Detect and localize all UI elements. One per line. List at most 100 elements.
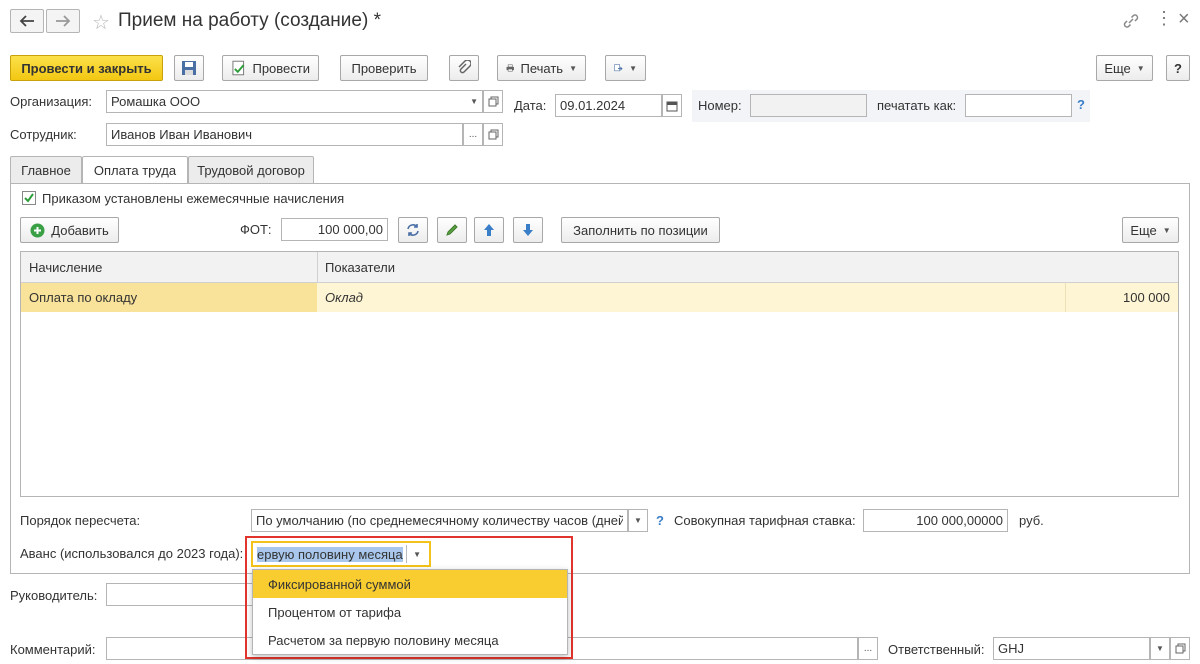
window-title: Прием на работу (создание) * xyxy=(118,10,381,31)
chevron-down-icon: ▼ xyxy=(629,63,637,73)
print-button[interactable]: Печать ▼ xyxy=(497,55,586,81)
fill-by-position-button[interactable]: Заполнить по позиции xyxy=(561,217,720,243)
fot-field[interactable]: 100 000,00 xyxy=(281,218,388,241)
post-document-icon xyxy=(232,60,245,76)
tariff-rate-unit: руб. xyxy=(1019,513,1044,528)
save-button[interactable] xyxy=(174,55,204,81)
organization-open-button[interactable] xyxy=(483,90,503,113)
chevron-down-icon: ▼ xyxy=(634,516,642,525)
chevron-down-icon: ▼ xyxy=(1162,225,1171,235)
comment-label: Комментарий: xyxy=(10,642,96,657)
responsible-label: Ответственный: xyxy=(888,642,985,657)
advance-option-percent[interactable]: Процентом от тарифа xyxy=(253,598,567,626)
date-field[interactable]: 09.01.2024 xyxy=(555,94,662,117)
advance-option-fixed[interactable]: Фиксированной суммой xyxy=(253,570,567,598)
calendar-button[interactable] xyxy=(662,94,682,117)
employee-select-button[interactable]: ... xyxy=(463,123,483,146)
chevron-down-icon: ▼ xyxy=(569,63,577,73)
number-field xyxy=(750,94,867,117)
indicator-divider xyxy=(1065,283,1066,312)
add-circle-icon xyxy=(30,223,45,237)
recalc-field[interactable]: По умолчанию (по среднемесячному количес… xyxy=(251,509,628,532)
floppy-disk-icon xyxy=(182,61,196,75)
organization-field[interactable]: Ромашка ООО ▼ xyxy=(106,90,483,113)
print-as-label: печатать как: xyxy=(877,98,957,113)
arrow-down-icon xyxy=(523,224,533,236)
printer-icon xyxy=(506,64,514,72)
tariff-rate-field[interactable]: 100 000,00000 xyxy=(863,509,1008,532)
responsible-dropdown-button[interactable]: ▼ xyxy=(1150,637,1170,660)
refresh-button[interactable] xyxy=(398,217,428,243)
open-window-icon xyxy=(488,129,498,140)
tab-main[interactable]: Главное xyxy=(10,156,82,183)
number-help-icon[interactable]: ? xyxy=(1077,97,1085,112)
help-button[interactable]: ? xyxy=(1166,55,1190,81)
open-window-icon xyxy=(488,96,498,107)
table-row[interactable]: Оплата по окладу Оклад 100 000 xyxy=(21,283,1178,312)
recalc-dropdown-button[interactable]: ▼ xyxy=(628,509,648,532)
fot-label: ФОТ: xyxy=(240,222,272,237)
favorite-star-icon[interactable]: ☆ xyxy=(92,10,110,35)
table-more-button[interactable]: Еще ▼ xyxy=(1122,217,1179,243)
column-header-indicators[interactable]: Показатели xyxy=(325,260,395,275)
chevron-down-icon: ▼ xyxy=(1156,644,1164,653)
tab-employment-contract[interactable]: Трудовой договор xyxy=(188,156,314,183)
check-button[interactable]: Проверить xyxy=(340,55,428,81)
more-button[interactable]: Еще ▼ xyxy=(1096,55,1153,81)
date-label: Дата: xyxy=(514,98,547,113)
create-based-on-button[interactable]: ▼ xyxy=(605,55,646,81)
close-icon[interactable]: × xyxy=(1178,8,1190,31)
monthly-accruals-label: Приказом установлены ежемесячные начисле… xyxy=(42,191,345,206)
edit-button[interactable] xyxy=(437,217,467,243)
title-bar: ☆ Прием на работу (создание) * ⋮ × xyxy=(0,0,1200,44)
responsible-open-button[interactable] xyxy=(1170,637,1190,660)
post-and-close-button[interactable]: Провести и закрыть xyxy=(10,55,163,81)
calendar-icon xyxy=(666,101,678,111)
chevron-down-icon: ▼ xyxy=(1136,63,1145,73)
more-menu-icon[interactable]: ⋮ xyxy=(1155,8,1173,29)
forward-button[interactable] xyxy=(46,9,80,33)
arrow-left-icon xyxy=(19,15,34,27)
indicator-name: Оклад xyxy=(325,290,363,305)
employee-label: Сотрудник: xyxy=(10,127,77,142)
organization-label: Организация: xyxy=(10,94,93,109)
arrow-right-icon xyxy=(56,15,71,27)
chevron-down-icon[interactable]: ▼ xyxy=(470,97,478,106)
employee-open-button[interactable] xyxy=(483,123,503,146)
add-button[interactable]: Добавить xyxy=(20,217,119,243)
comment-edit-button[interactable]: ... xyxy=(858,637,878,660)
column-divider xyxy=(317,252,318,283)
monthly-accruals-checkbox[interactable] xyxy=(22,191,36,205)
arrow-up-icon xyxy=(484,224,494,236)
column-header-accrual[interactable]: Начисление xyxy=(29,260,102,275)
tab-payroll[interactable]: Оплата труда xyxy=(82,156,188,184)
employee-field[interactable]: Иванов Иван Иванович xyxy=(106,123,463,146)
advance-option-first-half[interactable]: Расчетом за первую половину месяца xyxy=(253,626,567,654)
indicator-value: 100 000 xyxy=(1123,290,1170,305)
paperclip-icon xyxy=(458,60,471,74)
manager-label: Руководитель: xyxy=(10,588,98,603)
responsible-field[interactable]: GHJ xyxy=(993,637,1150,660)
number-label: Номер: xyxy=(698,98,742,113)
move-down-button[interactable] xyxy=(513,217,543,243)
move-up-button[interactable] xyxy=(474,217,504,243)
manager-field[interactable] xyxy=(106,583,256,606)
table-header: Начисление Показатели xyxy=(21,252,1178,283)
accrual-name: Оплата по окладу xyxy=(29,290,138,305)
checkmark-icon xyxy=(24,193,34,203)
attach-button[interactable] xyxy=(449,55,479,81)
advance-label: Аванс (использовался до 2023 года): xyxy=(20,546,244,561)
recalc-help-icon[interactable]: ? xyxy=(656,513,664,528)
advance-options-list: Фиксированной суммой Процентом от тарифа… xyxy=(252,569,568,655)
post-button[interactable]: Провести xyxy=(222,55,319,81)
tariff-rate-label: Совокупная тарифная ставка: xyxy=(674,513,856,528)
open-window-icon xyxy=(1175,643,1185,654)
back-button[interactable] xyxy=(10,9,44,33)
create-based-on-icon xyxy=(614,64,623,72)
accruals-table: Начисление Показатели Оплата по окладу О… xyxy=(20,251,1179,497)
pencil-icon xyxy=(446,224,458,236)
refresh-icon xyxy=(407,224,419,236)
link-icon[interactable] xyxy=(1122,12,1140,30)
recalc-label: Порядок пересчета: xyxy=(20,513,141,528)
print-as-field[interactable] xyxy=(965,94,1072,117)
